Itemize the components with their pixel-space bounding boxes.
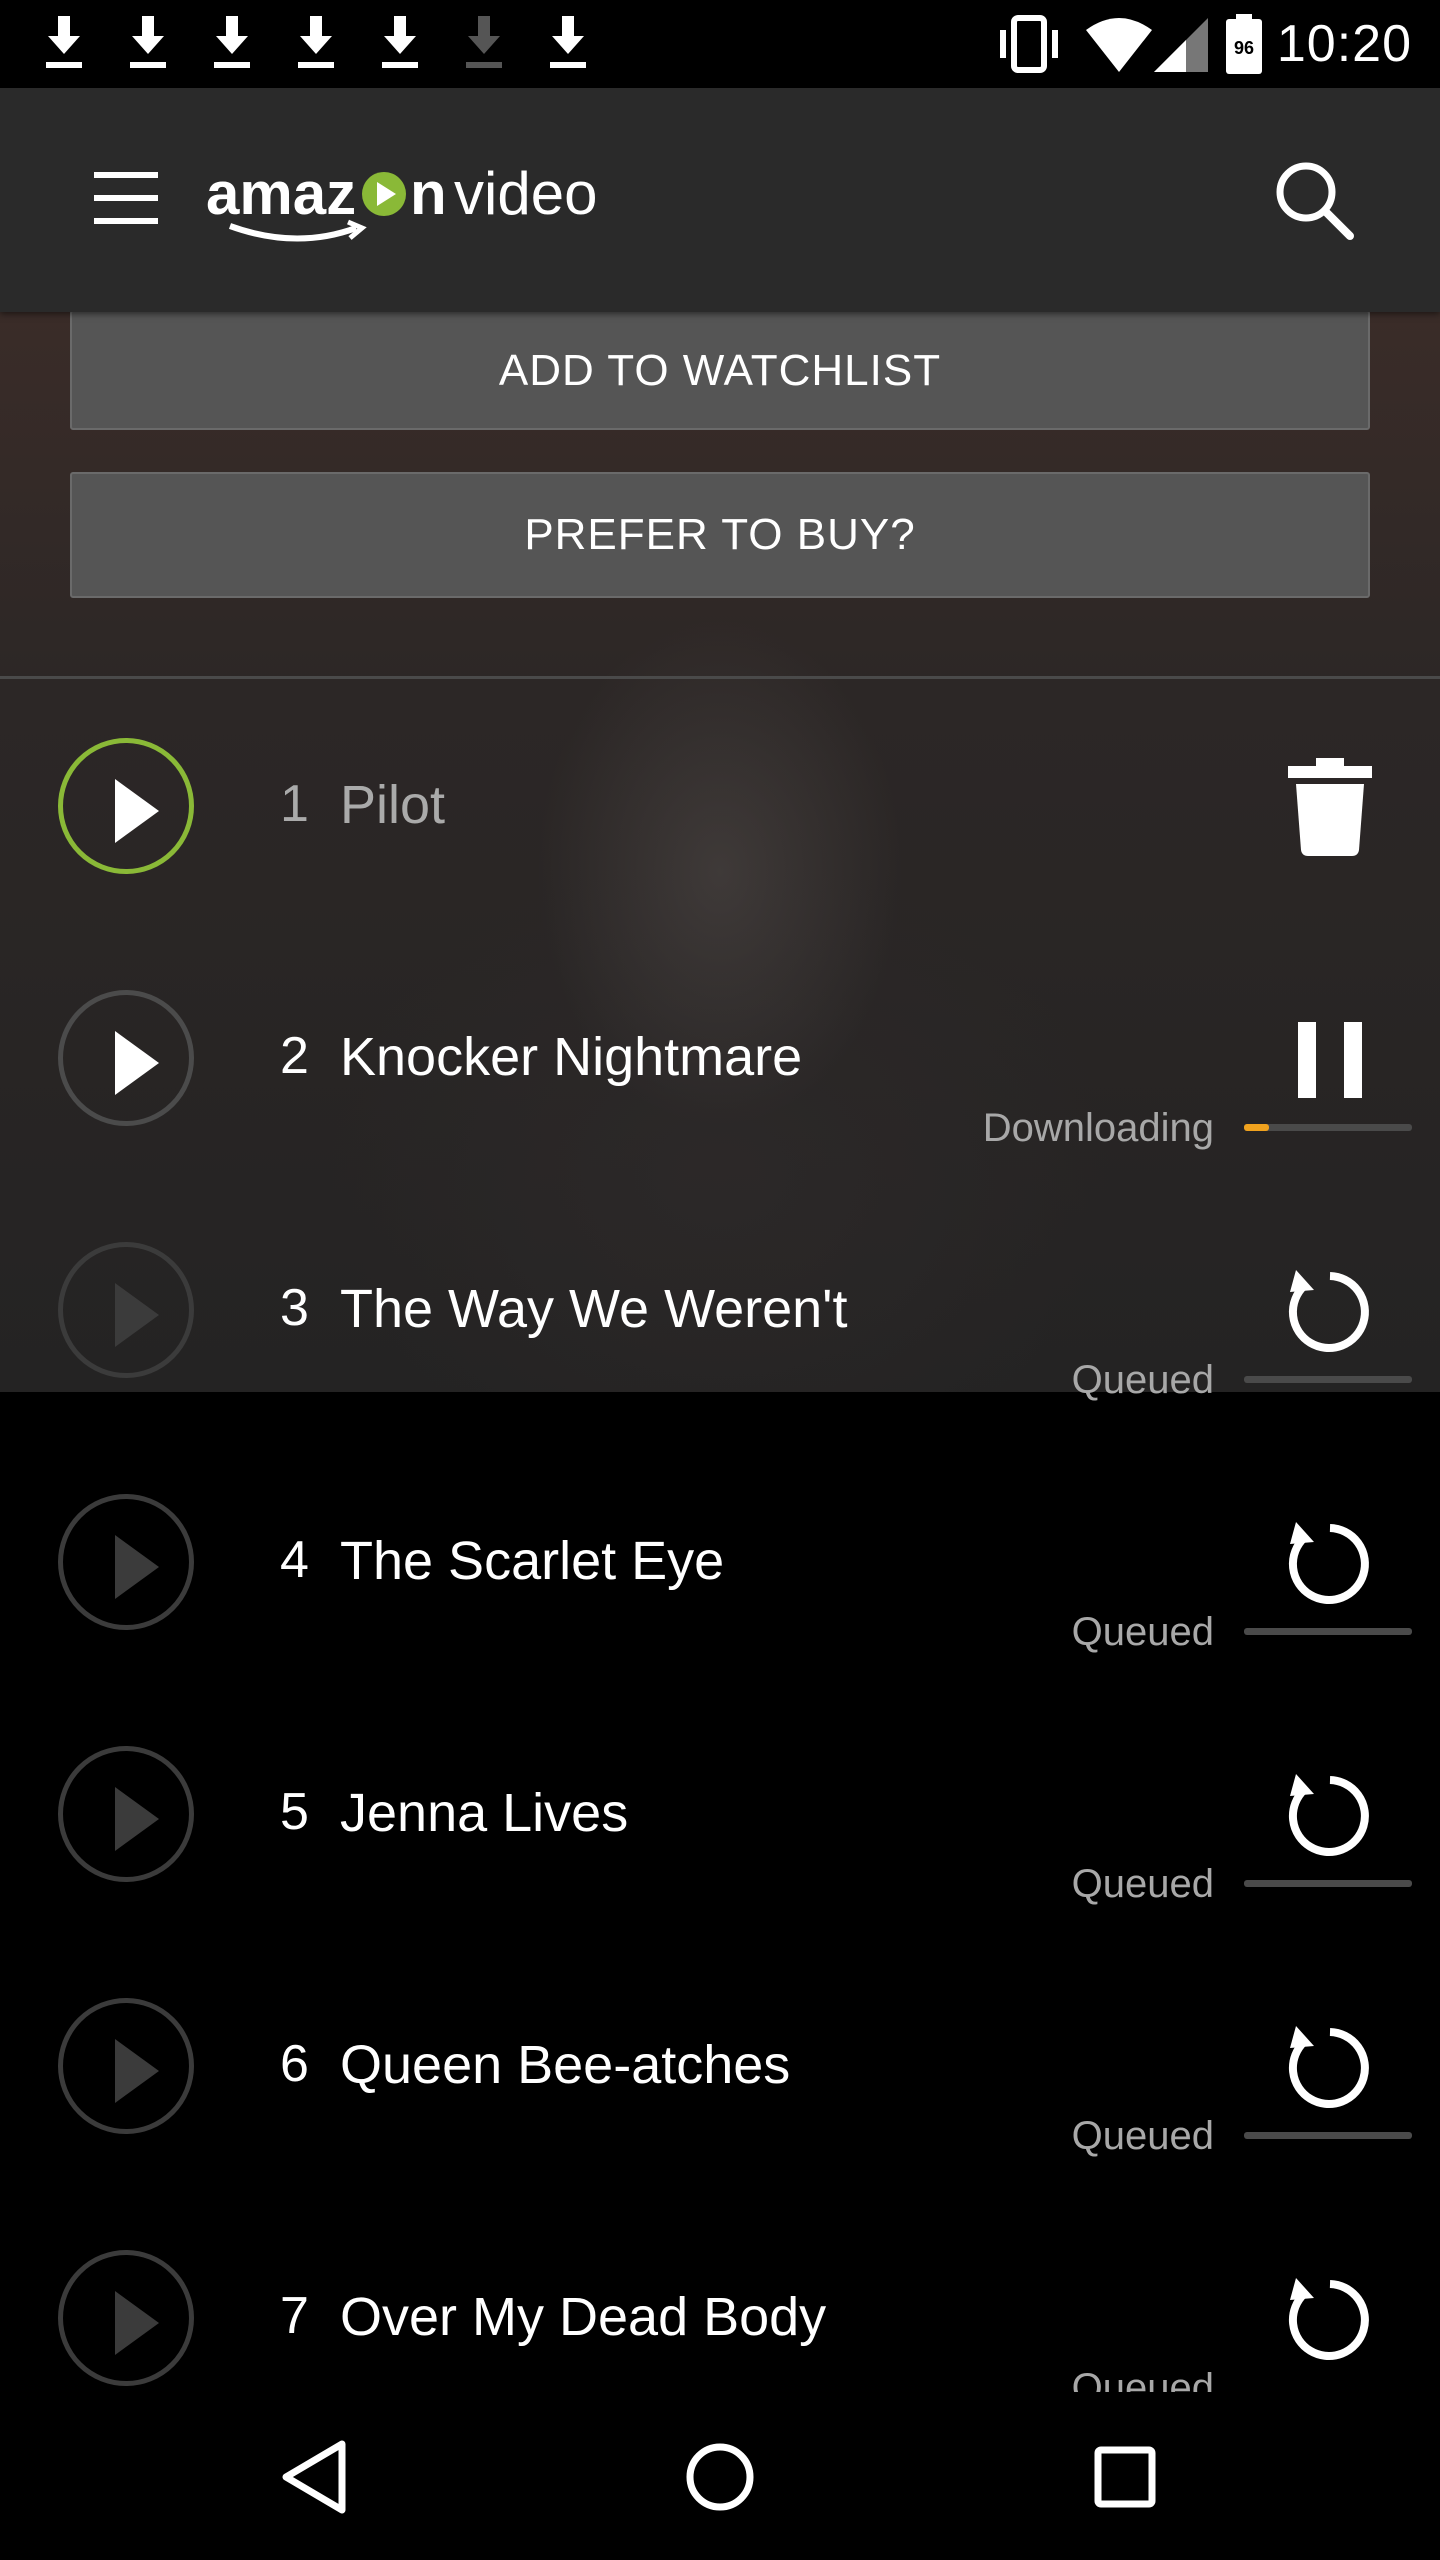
retry-icon[interactable] <box>1280 2260 1380 2370</box>
vibrate-icon <box>1000 15 1058 73</box>
amazon-video-logo[interactable]: amaz n video <box>206 152 626 252</box>
download-icon <box>382 16 418 68</box>
status-bar: 96 10:20 <box>0 0 1440 88</box>
download-icon <box>466 16 502 68</box>
back-icon[interactable] <box>272 2432 362 2522</box>
download-status: Downloading <box>982 1106 1214 1150</box>
episode-row[interactable]: 1 Pilot <box>0 738 1440 990</box>
play-icon <box>115 1787 159 1851</box>
episode-number: 6 <box>280 2035 309 2093</box>
logo-text-video: video <box>454 160 597 227</box>
download-status: Queued <box>1071 1358 1214 1402</box>
signal-icon <box>1154 18 1208 72</box>
delete-icon[interactable] <box>1280 748 1380 858</box>
download-icon <box>298 16 334 68</box>
download-icon <box>214 16 250 68</box>
clock: 10:20 <box>1276 15 1412 73</box>
recents-icon[interactable] <box>1080 2432 1170 2522</box>
episode-title: Pilot <box>340 775 446 835</box>
retry-icon[interactable] <box>1280 1756 1380 1866</box>
episode-row[interactable]: 7 Over My Dead Body Queued <box>0 2250 1440 2392</box>
hamburger-menu-icon[interactable] <box>94 170 158 226</box>
play-icon <box>115 779 159 843</box>
download-progress-bar <box>1244 2132 1412 2139</box>
retry-icon[interactable] <box>1280 1504 1380 1614</box>
pause-icon[interactable] <box>1280 1000 1380 1110</box>
play-button <box>58 1494 194 1630</box>
episode-row[interactable]: 5 Jenna Lives Queued <box>0 1746 1440 1998</box>
episode-number: 5 <box>280 1783 309 1841</box>
play-icon <box>115 1031 159 1095</box>
episode-row[interactable]: 2 Knocker Nightmare Downloading <box>0 990 1440 1242</box>
play-icon <box>115 2291 159 2355</box>
download-status: Queued <box>1071 1610 1214 1654</box>
download-icon <box>130 16 166 68</box>
download-progress-bar <box>1244 1880 1412 1887</box>
episode-title: The Scarlet Eye <box>340 1531 725 1591</box>
wifi-icon <box>1086 18 1152 72</box>
play-icon <box>115 1283 159 1347</box>
retry-icon[interactable] <box>1280 2008 1380 2118</box>
play-button[interactable] <box>58 738 194 874</box>
retry-icon[interactable] <box>1280 1252 1380 1362</box>
episode-title: Queen Bee-atches <box>340 2035 791 2095</box>
episode-title: Knocker Nightmare <box>340 1027 803 1087</box>
play-button <box>58 2250 194 2386</box>
episode-number: 2 <box>280 1027 309 1085</box>
logo-text-n: n <box>410 160 447 227</box>
episode-title: Over My Dead Body <box>340 2287 827 2347</box>
play-button <box>58 1998 194 2134</box>
episode-title: The Way We Weren't <box>340 1279 848 1339</box>
prefer-to-buy-button[interactable]: PREFER TO BUY? <box>70 472 1370 598</box>
episode-row[interactable]: 4 The Scarlet Eye Queued <box>0 1494 1440 1746</box>
episode-number: 3 <box>280 1279 309 1337</box>
download-status: Queued <box>1071 2114 1214 2158</box>
play-button <box>58 1242 194 1378</box>
download-status: Queued <box>1071 2366 1214 2392</box>
app-bar: amaz n video <box>0 88 1440 312</box>
download-icon <box>46 16 82 68</box>
home-icon[interactable] <box>675 2432 765 2522</box>
add-to-watchlist-button[interactable]: ADD TO WATCHLIST <box>70 310 1370 430</box>
download-progress-bar <box>1244 1628 1412 1635</box>
search-icon[interactable] <box>1272 158 1356 242</box>
download-progress-fill <box>1244 1124 1270 1131</box>
episode-number: 7 <box>280 2287 309 2345</box>
episode-title: Jenna Lives <box>340 1783 629 1843</box>
navigation-bar <box>0 2392 1440 2560</box>
battery-icon: 96 <box>1226 14 1262 74</box>
download-status: Queued <box>1071 1862 1214 1906</box>
episode-number: 1 <box>280 775 309 833</box>
download-icon <box>550 16 586 68</box>
battery-level: 96 <box>1234 38 1254 58</box>
play-button[interactable] <box>58 990 194 1126</box>
logo-text-amaz: amaz <box>206 160 356 227</box>
episode-number: 4 <box>280 1531 309 1589</box>
download-progress-bar <box>1244 1376 1412 1383</box>
episode-row[interactable]: 6 Queen Bee-atches Queued <box>0 1998 1440 2250</box>
download-progress-bar <box>1244 1124 1412 1131</box>
play-button <box>58 1746 194 1882</box>
play-icon <box>115 1535 159 1599</box>
play-icon <box>115 2039 159 2103</box>
episode-row[interactable]: 3 The Way We Weren't Queued <box>0 1242 1440 1494</box>
